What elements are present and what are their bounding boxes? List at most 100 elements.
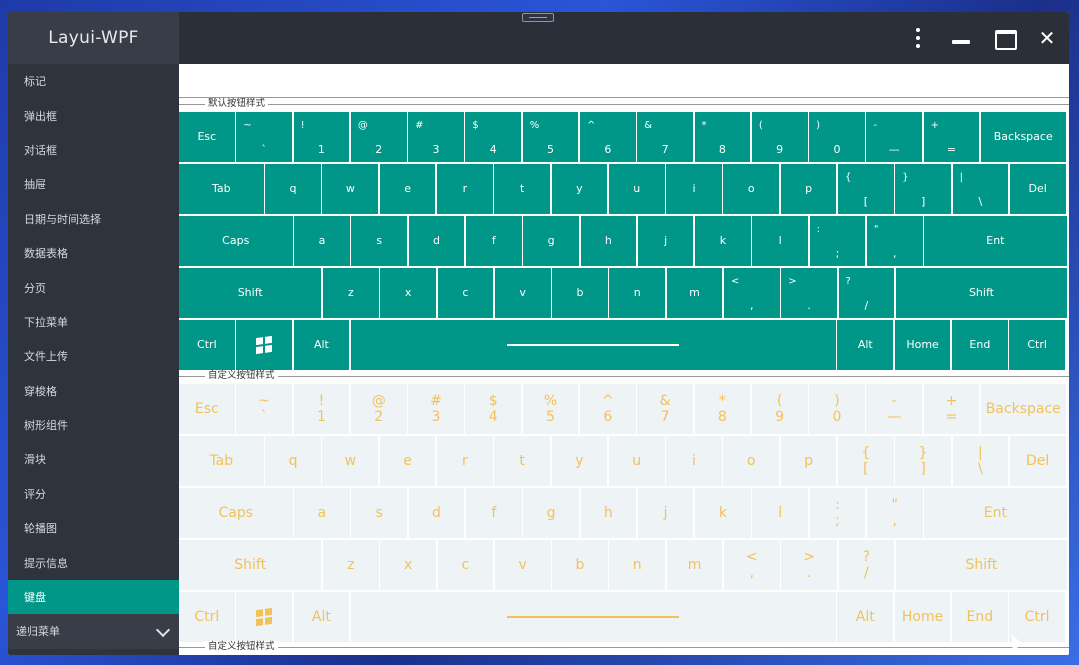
key-button[interactable]: h <box>580 215 637 267</box>
key-button[interactable]: Shift <box>895 539 1068 591</box>
key-button[interactable]: :; <box>809 487 866 539</box>
key-button[interactable]: a <box>294 215 350 267</box>
key-button[interactable]: u <box>608 435 665 487</box>
key-button[interactable]: j <box>637 215 694 267</box>
key-button[interactable]: ! 1 <box>293 112 350 163</box>
key-button[interactable]: * 8 <box>694 112 751 163</box>
key-button[interactable]: q <box>265 435 321 487</box>
sidebar-item[interactable]: 弹出框 <box>8 98 179 132</box>
key-button[interactable]: :; <box>809 215 866 267</box>
key-button[interactable]: n <box>609 539 666 591</box>
key-button[interactable]: Del <box>1009 435 1066 487</box>
sidebar-item[interactable]: 分页 <box>8 270 179 304</box>
key-button[interactable]: Ctrl <box>1009 319 1065 371</box>
sidebar-item[interactable]: 穿梭格 <box>8 374 179 408</box>
key-button[interactable]: Shift <box>179 267 322 319</box>
key-button[interactable]: l <box>752 215 809 267</box>
key-button[interactable]: (9 <box>751 384 808 435</box>
key-button[interactable]: s <box>351 487 408 539</box>
key-button[interactable]: x <box>380 267 436 319</box>
key-button[interactable]: a <box>294 487 350 539</box>
key-button[interactable]: n <box>609 267 666 319</box>
key-button[interactable]: ~ ` <box>236 384 292 435</box>
key-button[interactable]: r <box>437 435 493 487</box>
close-button[interactable]: ✕ <box>1035 26 1059 50</box>
key-button[interactable]: Alt <box>837 319 894 371</box>
key-button[interactable]: d <box>408 215 465 267</box>
key-button[interactable]: m <box>666 267 723 319</box>
key-button[interactable]: ", <box>866 487 923 539</box>
key-button[interactable]: ~ ` <box>236 112 292 163</box>
key-button[interactable]: g <box>523 215 579 267</box>
key-button[interactable]: | \ <box>952 163 1009 215</box>
sidebar-item[interactable]: 键盘 <box>8 579 179 615</box>
key-button[interactable]: Tab <box>179 435 264 487</box>
key-button[interactable]: ? / <box>838 267 895 319</box>
key-button[interactable]: d <box>408 487 465 539</box>
key-button[interactable]: % 5 <box>522 384 579 435</box>
more-options-icon[interactable] <box>906 26 930 50</box>
key-button[interactable]: ) 0 <box>809 112 865 163</box>
key-button[interactable]: % 5 <box>522 112 579 163</box>
key-button[interactable]: o <box>723 435 780 487</box>
key-button[interactable]: * 8 <box>694 384 751 435</box>
key-button[interactable]: Backspace <box>980 384 1066 435</box>
key-button[interactable]: & 7 <box>637 384 693 435</box>
key-button[interactable]: - — <box>866 112 923 163</box>
key-button[interactable]: u <box>608 163 665 215</box>
key-button[interactable]: ? / <box>838 539 895 591</box>
key-button[interactable]: t <box>494 163 550 215</box>
key-button[interactable]: (9 <box>751 112 808 163</box>
sidebar-item[interactable]: 滑块 <box>8 442 179 476</box>
space-key-button[interactable] <box>350 319 836 371</box>
key-button[interactable]: ", <box>866 215 923 267</box>
key-button[interactable]: Alt <box>293 319 350 371</box>
key-button[interactable]: }] <box>895 163 951 215</box>
key-button[interactable]: Caps <box>179 215 293 267</box>
windows-key-button[interactable] <box>236 319 292 371</box>
key-button[interactable]: h <box>580 487 637 539</box>
key-button[interactable]: Home <box>894 591 951 643</box>
key-button[interactable]: @2 <box>350 112 407 163</box>
key-button[interactable]: x <box>380 539 436 591</box>
key-button[interactable]: j <box>637 487 694 539</box>
key-button[interactable]: {[ <box>838 435 894 487</box>
key-button[interactable]: w <box>322 163 379 215</box>
sidebar-item[interactable]: 标记 <box>8 64 179 98</box>
sidebar-item[interactable]: 轮播图 <box>8 511 179 545</box>
sidebar-item[interactable]: 评分 <box>8 477 179 511</box>
key-button[interactable]: Caps <box>179 487 293 539</box>
key-button[interactable]: ^ 6 <box>579 112 636 163</box>
key-button[interactable]: i <box>666 435 722 487</box>
key-button[interactable]: End <box>952 319 1008 371</box>
key-button[interactable]: #3 <box>408 112 464 163</box>
key-button[interactable]: }] <box>895 435 951 487</box>
key-button[interactable]: c <box>437 267 494 319</box>
minimize-button[interactable] <box>949 26 973 50</box>
key-button[interactable]: $4 <box>465 112 522 163</box>
key-button[interactable]: ) 0 <box>809 384 865 435</box>
key-button[interactable]: f <box>465 487 522 539</box>
key-button[interactable]: w <box>322 435 379 487</box>
key-button[interactable]: p <box>780 163 837 215</box>
sidebar-item[interactable]: 对话框 <box>8 133 179 167</box>
key-button[interactable]: y <box>551 163 608 215</box>
key-button[interactable]: Del <box>1009 163 1066 215</box>
sidebar-item[interactable]: 树形组件 <box>8 408 179 442</box>
key-button[interactable]: + = <box>923 112 980 163</box>
key-button[interactable]: <, <box>723 539 780 591</box>
key-button[interactable]: m <box>666 539 723 591</box>
key-button[interactable]: @2 <box>350 384 407 435</box>
key-button[interactable]: v <box>494 267 551 319</box>
key-button[interactable]: e <box>379 435 436 487</box>
drag-handle[interactable] <box>522 13 554 22</box>
key-button[interactable]: y <box>551 435 608 487</box>
key-button[interactable]: e <box>379 163 436 215</box>
sidebar-item[interactable]: 提示信息 <box>8 545 179 579</box>
space-key-button[interactable] <box>350 591 836 643</box>
key-button[interactable]: ^ 6 <box>579 384 636 435</box>
key-button[interactable]: - — <box>866 384 923 435</box>
key-button[interactable]: Shift <box>179 539 322 591</box>
key-button[interactable]: z <box>322 539 379 591</box>
key-button[interactable]: Ctrl <box>179 319 235 371</box>
